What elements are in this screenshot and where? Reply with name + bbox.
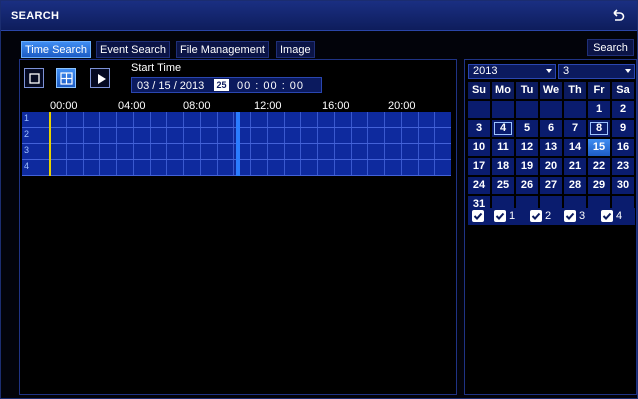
calendar-day[interactable]: 27 [540,177,562,194]
select-all-checkbox[interactable] [472,210,484,222]
calendar-day[interactable]: 4 [492,120,514,137]
calendar-day[interactable]: 26 [516,177,538,194]
calendar-empty-cell [492,101,514,118]
calendar-empty-cell [540,101,562,118]
calendar-day[interactable]: 21 [564,158,586,175]
search-window: SEARCH Time Search Event Search File Man… [0,0,638,399]
calendar-day[interactable]: 20 [540,158,562,175]
checkmark-icon [602,212,612,220]
play-icon [98,74,106,84]
year-select[interactable]: 2013 [468,64,556,79]
calendar-day[interactable]: 19 [516,158,538,175]
month-value: 3 [563,65,570,77]
window-title: SEARCH [11,10,60,22]
channel-checkbox-row: 1 2 3 4 [468,208,635,225]
timeline-start-marker [49,112,51,176]
tab-file-management[interactable]: File Management [176,41,269,58]
weekday-header: Sa [612,82,634,99]
channel-checkbox[interactable] [601,210,613,222]
calendar-day[interactable]: 14 [564,139,586,156]
checkmark-icon [495,212,505,220]
hour-label: 16:00 [322,100,350,112]
calendar-empty-cell [564,101,586,118]
calendar-day[interactable]: 24 [468,177,490,194]
start-time-field[interactable]: 03 / 15 / 2013 25 00 : 00 : 00 [131,77,322,93]
weekday-header: Th [564,82,586,99]
calendar-day[interactable]: 25 [492,177,514,194]
start-time-label: Start Time [131,62,182,74]
hour-label: 20:00 [388,100,416,112]
start-date-value[interactable]: 03 / 15 / 2013 [137,79,204,93]
calendar-day[interactable]: 23 [612,158,634,175]
checkmark-icon [473,212,483,220]
single-screen-icon [29,73,40,84]
calendar-day[interactable]: 8 [588,120,610,137]
calendar-day[interactable]: 17 [468,158,490,175]
calendar-day[interactable]: 6 [540,120,562,137]
channel-number: 1 [24,113,30,123]
quad-screen-icon [60,72,73,85]
channel-checkbox-label: 1 [509,210,516,222]
calendar-day[interactable]: 5 [516,120,538,137]
calendar-empty-cell [468,101,490,118]
tab-image[interactable]: Image [276,41,315,58]
start-time-value[interactable]: 00 : 00 : 00 [237,79,304,93]
calendar-day[interactable]: 13 [540,139,562,156]
back-icon[interactable] [609,7,627,25]
channel-number: 4 [24,161,30,171]
checkmark-icon [531,212,541,220]
channel-number: 2 [24,129,30,139]
weekday-header: Fr [588,82,610,99]
calendar-day[interactable]: 12 [516,139,538,156]
quad-view-button[interactable] [56,68,76,88]
hour-label: 12:00 [254,100,282,112]
search-button[interactable]: Search [587,39,634,56]
calendar-day[interactable]: 10 [468,139,490,156]
calendar-day[interactable]: 29 [588,177,610,194]
calendar-empty-cell [516,101,538,118]
calendar-day[interactable]: 15 [588,139,610,156]
chevron-down-icon [625,69,631,73]
calendar-day[interactable]: 3 [468,120,490,137]
single-view-button[interactable] [24,68,44,88]
calendar-day[interactable]: 1 [588,101,610,118]
calendar-day[interactable]: 9 [612,120,634,137]
calendar-day[interactable]: 28 [564,177,586,194]
calendar-day[interactable]: 22 [588,158,610,175]
channel-number: 3 [24,145,30,155]
month-select[interactable]: 3 [558,64,635,79]
calendar-panel: 2013 3 Su Mo Tu We Th Fr Sa 1 2 3 4 5 6 7 8 9 10 11 12 13 14… [464,59,637,395]
input-cursor: 25 [214,79,229,91]
weekday-header: We [540,82,562,99]
channel-checkbox[interactable] [530,210,542,222]
record-timeline[interactable]: 1 2 3 4 [22,112,451,176]
calendar-day[interactable]: 11 [492,139,514,156]
checkmark-icon [565,212,575,220]
weekday-header: Tu [516,82,538,99]
weekday-header: Su [468,82,490,99]
channel-checkbox-label: 2 [545,210,552,222]
calendar-day[interactable]: 16 [612,139,634,156]
title-bar: SEARCH [1,1,637,31]
channel-checkbox[interactable] [564,210,576,222]
tab-time-search[interactable]: Time Search [21,41,91,58]
calendar-day[interactable]: 18 [492,158,514,175]
chevron-down-icon [546,69,552,73]
calendar-day[interactable]: 7 [564,120,586,137]
year-value: 2013 [473,65,498,77]
hour-label: 08:00 [183,100,211,112]
timeline-playhead[interactable] [236,112,240,176]
channel-checkbox-label: 3 [579,210,586,222]
hour-label: 04:00 [118,100,146,112]
hour-label: 00:00 [50,100,78,112]
weekday-header: Mo [492,82,514,99]
play-button[interactable] [90,68,110,88]
calendar-day[interactable]: 30 [612,177,634,194]
channel-checkbox[interactable] [494,210,506,222]
channel-checkbox-label: 4 [616,210,623,222]
tab-event-search[interactable]: Event Search [96,41,171,58]
time-search-panel: Start Time 03 / 15 / 2013 25 00 : 00 : 0… [19,59,457,395]
calendar-day[interactable]: 2 [612,101,634,118]
